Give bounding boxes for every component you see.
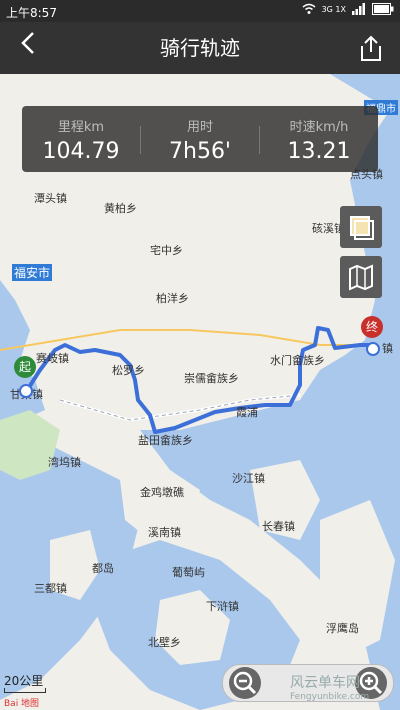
speed-value: 13.21 <box>287 139 351 164</box>
watermark-url: Fengyunbike.com <box>290 692 370 702</box>
map-icon <box>349 264 373 291</box>
map-label: 葡萄屿 <box>172 566 205 579</box>
map-label: 都岛 <box>92 562 114 575</box>
map-label: 镇 <box>382 342 393 355</box>
network-type: 3G 1X <box>321 4 346 14</box>
start-point-icon <box>19 384 33 398</box>
map-label: 三都镇 <box>34 582 67 595</box>
map-label: 宅中乡 <box>150 244 183 257</box>
map-label: 崇儒畲族乡 <box>184 372 239 385</box>
page-title: 骑行轨迹 <box>160 36 240 60</box>
share-button[interactable] <box>358 34 384 62</box>
duration-stat: 用时 7h56' <box>141 106 259 172</box>
map-label: 水门畲族乡 <box>270 354 325 367</box>
map-label: 沙江镇 <box>232 472 265 485</box>
map-layer-button[interactable] <box>340 206 382 248</box>
map-label: 松罗乡 <box>112 364 145 377</box>
start-marker[interactable]: 起 <box>14 356 36 378</box>
speed-stat: 时速km/h 13.21 <box>260 106 378 172</box>
map-label: 北壁乡 <box>148 636 181 649</box>
signal-icon <box>352 3 365 15</box>
map-label: 潭头镇 <box>34 192 67 205</box>
map-label: 湾坞镇 <box>48 456 81 469</box>
map-label: 黄柏乡 <box>104 202 137 215</box>
distance-value: 104.79 <box>42 139 120 164</box>
distance-label: 里程km <box>57 120 105 135</box>
map-label: 下浒镇 <box>206 600 239 613</box>
wifi-icon <box>302 3 316 14</box>
layers-icon <box>350 216 374 240</box>
map-scale-bar <box>4 688 46 693</box>
end-point-icon <box>366 342 380 356</box>
app-bar: 骑行轨迹 <box>0 22 400 74</box>
map-label: 霞浦 <box>236 406 258 419</box>
distance-stat: 里程km 104.79 <box>22 106 140 172</box>
baidu-logo: Bai 地图 <box>4 699 40 709</box>
map-scale-label: 20公里 <box>4 674 44 688</box>
map-label: 盐田畲族乡 <box>138 434 193 447</box>
status-icons: 3G 1X <box>302 3 394 15</box>
zoom-out-button[interactable] <box>229 667 261 699</box>
watermark-title: 风云单车网 <box>290 675 360 691</box>
map-label: 长春镇 <box>262 520 295 533</box>
end-marker[interactable]: 终 <box>361 316 383 338</box>
city-label: 福安市 <box>12 264 53 281</box>
map-type-button[interactable] <box>340 256 382 298</box>
status-bar: 上午8:57 3G 1X <box>0 0 400 22</box>
speed-label: 时速km/h <box>289 120 349 135</box>
map-label: 赛岐镇 <box>36 352 69 365</box>
map-label: 金鸡墩礁 <box>140 486 184 499</box>
duration-label: 用时 <box>186 120 213 135</box>
map-label: 溪南镇 <box>148 526 181 539</box>
duration-value: 7h56' <box>169 139 231 164</box>
map-label: 浮鹰岛 <box>326 622 359 635</box>
share-icon <box>361 35 381 61</box>
battery-icon <box>372 3 394 15</box>
ride-stats-panel: 里程km 104.79 用时 7h56' 时速km/h 13.21 <box>22 106 378 172</box>
zoom-out-icon <box>233 671 257 695</box>
status-time: 上午8:57 <box>6 6 57 20</box>
map-label: 柏洋乡 <box>156 292 189 305</box>
